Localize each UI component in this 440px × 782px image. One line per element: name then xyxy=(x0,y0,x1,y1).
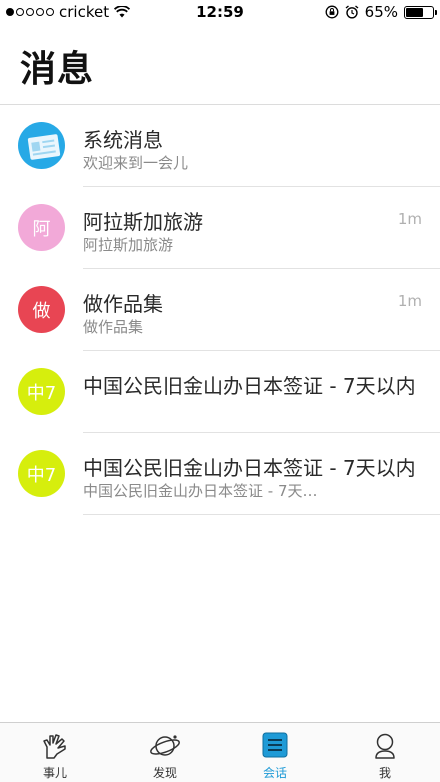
page-title: 消息 xyxy=(20,49,95,90)
conversation-preview: 做作品集 xyxy=(83,318,144,336)
conversation-preview: 中国公民旧金山办日本签证 - 7天… xyxy=(83,482,318,500)
tab-discover[interactable]: 发现 xyxy=(110,723,220,782)
person-icon xyxy=(375,733,395,759)
battery-icon xyxy=(404,5,437,19)
avatar-initial: 中7 xyxy=(26,382,57,404)
hand-icon xyxy=(43,734,66,759)
tab-label: 我 xyxy=(378,766,391,780)
conversation-title: 系统消息 xyxy=(83,128,163,152)
avatar: 做 xyxy=(18,286,65,333)
avatar-initial: 做 xyxy=(32,300,51,322)
conversation-title: 阿拉斯加旅游 xyxy=(83,210,203,234)
conversation-item-system[interactable]: 系统消息 欢迎来到一会儿 xyxy=(0,105,440,187)
avatar-initial: 阿 xyxy=(32,218,51,240)
status-right: 65% xyxy=(325,3,437,21)
list-icon xyxy=(262,732,288,758)
conversation-preview: 阿拉斯加旅游 xyxy=(83,236,174,254)
tab-bar: 事儿 发现 会话 我 xyxy=(0,722,440,782)
battery-percent: 65% xyxy=(364,3,398,21)
orientation-lock-icon xyxy=(325,5,339,19)
conversation-list: 系统消息 欢迎来到一会儿 阿 阿拉斯加旅游 阿拉斯加旅游 1m 做 做作品集 做… xyxy=(0,105,440,515)
status-bar: cricket 12:59 65% xyxy=(0,0,440,24)
avatar-initial: 中7 xyxy=(26,464,57,486)
avatar xyxy=(18,122,65,169)
tab-conversations[interactable]: 会话 xyxy=(220,723,330,782)
planet-icon xyxy=(150,735,180,756)
avatar: 阿 xyxy=(18,204,65,251)
conversation-item[interactable]: 阿 阿拉斯加旅游 阿拉斯加旅游 1m xyxy=(0,187,440,269)
conversation-title: 做作品集 xyxy=(83,292,163,316)
tab-events[interactable]: 事儿 xyxy=(0,723,110,782)
conversation-time: 1m xyxy=(397,210,422,228)
conversation-item[interactable]: 做 做作品集 做作品集 1m xyxy=(0,269,440,351)
conversation-title: 中国公民旧金山办日本签证 - 7天以内 xyxy=(83,456,416,480)
tab-label: 会话 xyxy=(262,766,287,780)
tab-me[interactable]: 我 xyxy=(330,723,440,782)
conversation-preview: 欢迎来到一会儿 xyxy=(83,154,189,172)
conversation-title: 中国公民旧金山办日本签证 - 7天以内 xyxy=(83,374,416,398)
conversation-item[interactable]: 中7 中国公民旧金山办日本签证 - 7天以内 中国公民旧金山办日本签证 - 7天… xyxy=(0,433,440,515)
conversation-item[interactable]: 中7 中国公民旧金山办日本签证 - 7天以内 xyxy=(0,351,440,433)
alarm-icon xyxy=(345,5,359,19)
id-card-icon xyxy=(27,134,61,160)
avatar: 中7 xyxy=(18,450,65,497)
avatar: 中7 xyxy=(18,368,65,415)
tab-label: 事儿 xyxy=(42,766,67,780)
row-divider xyxy=(83,514,440,515)
tab-label: 发现 xyxy=(152,766,177,780)
conversation-time: 1m xyxy=(397,292,422,310)
